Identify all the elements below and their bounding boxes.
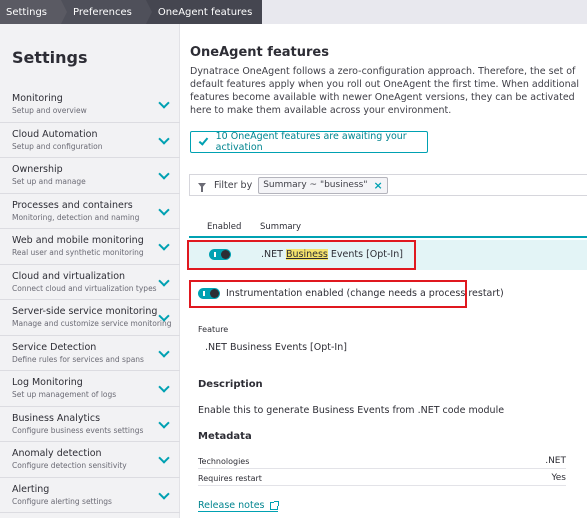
filter-label: Filter by xyxy=(214,179,253,191)
sidebar-item-label: Cloud Automation xyxy=(12,128,98,140)
breadcrumb: Settings Preferences OneAgent features xyxy=(0,0,587,24)
sidebar-item-subtitle: Setup and overview xyxy=(12,106,87,115)
activation-button-label: 10 OneAgent features are awaiting your a… xyxy=(215,131,407,153)
instrumentation-setting: Instrumentation enabled (change needs a … xyxy=(198,288,504,299)
check-icon xyxy=(198,135,208,146)
column-header-summary: Summary xyxy=(260,222,302,232)
activation-button[interactable]: 10 OneAgent features are awaiting your a… xyxy=(190,131,428,153)
breadcrumb-oneagent-features: OneAgent features xyxy=(145,0,263,24)
sidebar-item-label: Alerting xyxy=(12,483,50,495)
sidebar-item-processes-and-containers[interactable]: Processes and containers Monitoring, det… xyxy=(0,194,180,229)
filter-bar[interactable]: Filter by Summary ~ "business" × xyxy=(189,174,587,196)
sidebar-item-subtitle: Real user and synthetic monitoring xyxy=(12,248,144,257)
instrumentation-label: Instrumentation enabled (change needs a … xyxy=(226,288,504,299)
sidebar-item-monitoring[interactable]: Monitoring Setup and overview xyxy=(0,87,180,123)
toggle-on-icon xyxy=(203,291,205,296)
sidebar-item-business-analytics[interactable]: Business Analytics Configure business ev… xyxy=(0,407,180,442)
metadata-key: Requires restart xyxy=(198,474,262,483)
sidebar-item-ownership[interactable]: Ownership Set up and manage xyxy=(0,158,180,194)
sidebar-item-server-side-service-monitoring[interactable]: Server-side service monitoring Manage an… xyxy=(0,300,180,336)
breadcrumb-label: OneAgent features xyxy=(157,6,253,18)
sidebar-item-subtitle: Connect cloud and virtualization types xyxy=(12,283,157,293)
sidebar-item-subtitle: Configure alerting settings xyxy=(12,496,112,506)
sidebar-item-log-monitoring[interactable]: Log Monitoring Set up management of logs xyxy=(0,371,180,407)
sidebar-item-label: Processes and containers xyxy=(12,199,133,211)
external-link-icon xyxy=(269,500,279,510)
table-header: Enabled Summary xyxy=(189,218,587,238)
sidebar-item-subtitle: Set up and manage xyxy=(12,177,86,186)
toggle-knob xyxy=(210,289,219,298)
breadcrumb-label: Settings xyxy=(6,6,48,18)
sidebar-item-label: Web and mobile monitoring xyxy=(12,235,144,246)
sidebar-item-label: Cloud and virtualization xyxy=(12,270,126,282)
sidebar-item-service-detection[interactable]: Service Detection Define rules for servi… xyxy=(0,336,180,371)
description-text: Enable this to generate Business Events … xyxy=(198,405,505,416)
sidebar-item-subtitle: Manage and customize service monitoring xyxy=(12,319,172,328)
column-header-enabled: Enabled xyxy=(207,222,242,232)
instrumentation-toggle[interactable] xyxy=(198,288,220,299)
description-heading: Description xyxy=(198,379,263,390)
settings-sidebar: Settings Monitoring Setup and overview C… xyxy=(0,24,180,518)
sidebar-item-label: Server-side service monitoring xyxy=(12,306,158,317)
close-icon[interactable]: × xyxy=(373,179,382,192)
sidebar-item-subtitle: Set up management of logs xyxy=(12,390,117,399)
breadcrumb-preferences[interactable]: Preferences xyxy=(61,0,152,24)
sidebar-item-cloud-and-virtualization[interactable]: Cloud and virtualization Connect cloud a… xyxy=(0,265,180,300)
release-notes-label: Release notes xyxy=(198,500,265,511)
sidebar-item-label: Log Monitoring xyxy=(12,377,83,388)
breadcrumb-settings[interactable]: Settings xyxy=(0,0,68,24)
filter-chip-label: Summary ~ "business" xyxy=(263,180,368,190)
metadata-row: Requires restart Yes xyxy=(198,470,566,486)
sidebar-title: Settings xyxy=(12,48,88,67)
sidebar-item-subtitle: Configure detection sensitivity xyxy=(12,461,127,470)
page-description: Dynatrace OneAgent follows a zero-config… xyxy=(190,66,580,116)
filter-chip[interactable]: Summary ~ "business" × xyxy=(258,176,388,194)
page-title: OneAgent features xyxy=(190,45,329,60)
sidebar-item-label: Anomaly detection xyxy=(12,448,102,459)
sidebar-nav: Monitoring Setup and overview Cloud Auto… xyxy=(0,87,180,513)
sidebar-item-subtitle: Setup and configuration xyxy=(12,141,103,151)
breadcrumb-label: Preferences xyxy=(73,6,132,18)
sidebar-item-label: Business Analytics xyxy=(12,412,101,424)
breadcrumb-separator-icon xyxy=(61,0,68,24)
sidebar-item-label: Monitoring xyxy=(12,93,63,104)
breadcrumb-separator-icon xyxy=(145,0,152,24)
metadata-heading: Metadata xyxy=(198,431,252,442)
sidebar-item-label: Service Detection xyxy=(12,341,97,353)
main-content: OneAgent features Dynatrace OneAgent fol… xyxy=(181,24,587,518)
sidebar-item-cloud-automation[interactable]: Cloud Automation Setup and configuration xyxy=(0,123,180,158)
sidebar-item-subtitle: Define rules for services and spans xyxy=(12,354,144,364)
metadata-value: .NET xyxy=(545,456,566,466)
sidebar-item-subtitle: Configure business events settings xyxy=(12,425,144,435)
metadata-row: Technologies .NET xyxy=(198,453,566,469)
sidebar-item-alerting[interactable]: Alerting Configure alerting settings xyxy=(0,478,180,513)
feature-label: Feature xyxy=(198,325,229,334)
metadata-key: Technologies xyxy=(198,457,250,466)
sidebar-item-label: Ownership xyxy=(12,164,63,175)
sidebar-item-subtitle: Monitoring, detection and naming xyxy=(12,212,140,222)
annotation-highlight-box xyxy=(187,240,416,270)
release-notes-link[interactable]: Release notes xyxy=(198,500,279,512)
filter-icon xyxy=(198,182,206,192)
sidebar-item-anomaly-detection[interactable]: Anomaly detection Configure detection se… xyxy=(0,442,180,478)
sidebar-item-web-and-mobile-monitoring[interactable]: Web and mobile monitoring Real user and … xyxy=(0,229,180,265)
feature-value: .NET Business Events [Opt-In] xyxy=(205,342,347,353)
metadata-value: Yes xyxy=(551,473,566,483)
